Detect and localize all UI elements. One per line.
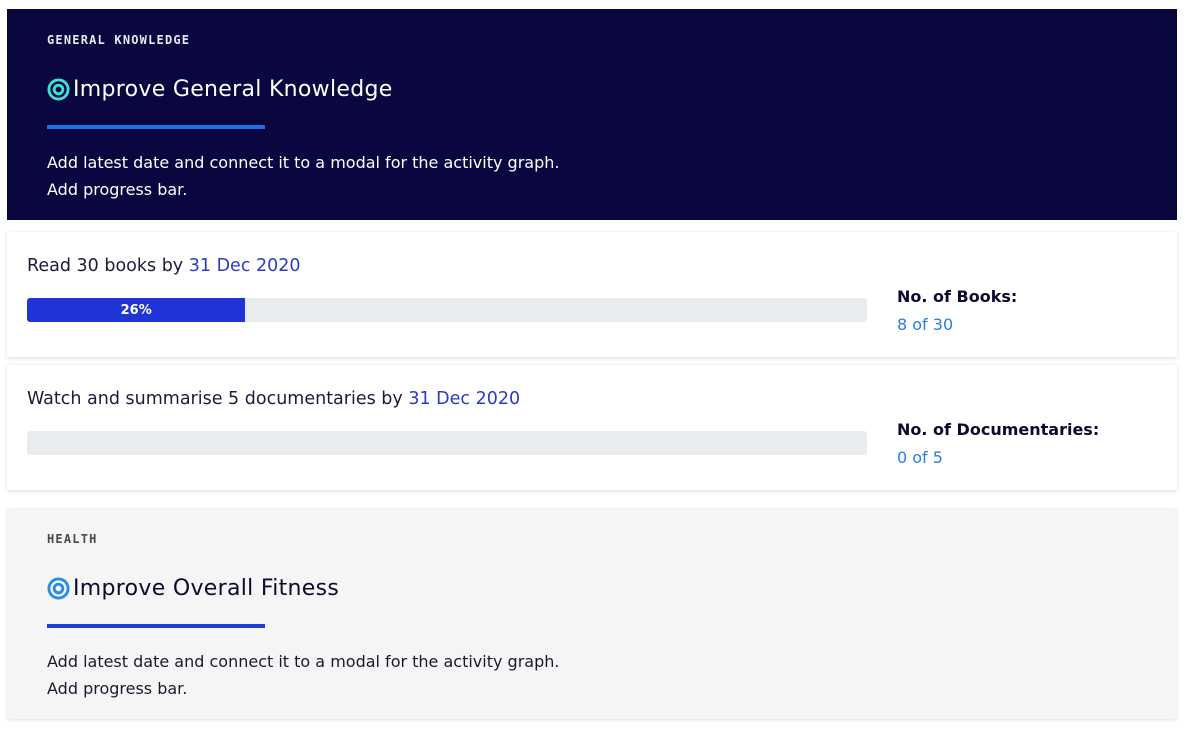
goal-card-health: HEALTH Improve Overall Fitness Add lates… — [7, 508, 1177, 719]
count-label: No. of Books: — [897, 287, 1018, 306]
goal-card-general-knowledge: GENERAL KNOWLEDGE Improve General Knowle… — [7, 9, 1177, 220]
count-value[interactable]: 0 of 5 — [897, 448, 943, 467]
count-label: No. of Documentaries: — [897, 420, 1100, 439]
task-text: Read 30 books by — [27, 256, 184, 276]
goal-description-line: Add progress bar. — [47, 180, 188, 199]
task-card-documentaries[interactable]: Watch and summarise 5 documentaries by 3… — [7, 365, 1177, 490]
task-card-books[interactable]: Read 30 books by 31 Dec 2020 26% No. of … — [7, 232, 1177, 357]
goal-description: Add latest date and connect it to a moda… — [47, 149, 559, 203]
count-value[interactable]: 8 of 30 — [897, 315, 953, 334]
goal-title[interactable]: Improve General Knowledge — [47, 77, 393, 102]
target-icon — [47, 78, 70, 101]
goal-description-line: Add latest date and connect it to a moda… — [47, 153, 560, 172]
goal-title[interactable]: Improve Overall Fitness — [47, 576, 339, 601]
task-text: Watch and summarise 5 documentaries by — [27, 389, 403, 409]
goal-category: GENERAL KNOWLEDGE — [47, 33, 191, 47]
task-description: Read 30 books by 31 Dec 2020 — [27, 256, 301, 276]
progress-bar — [27, 431, 867, 455]
goal-title-text: Improve Overall Fitness — [73, 576, 340, 601]
target-icon — [47, 577, 70, 600]
goal-description: Add latest date and connect it to a moda… — [47, 648, 559, 702]
progress-bar-fill: 26% — [27, 298, 246, 322]
progress-bar: 26% — [27, 298, 867, 322]
task-due-date[interactable]: 31 Dec 2020 — [408, 389, 520, 409]
goal-title-underline — [47, 624, 265, 628]
goal-title-text: Improve General Knowledge — [73, 77, 393, 102]
task-due-date[interactable]: 31 Dec 2020 — [189, 256, 301, 276]
goal-category: HEALTH — [47, 532, 98, 546]
goal-description-line: Add progress bar. — [47, 679, 188, 698]
goal-title-underline — [47, 125, 265, 129]
task-description: Watch and summarise 5 documentaries by 3… — [27, 389, 520, 409]
goal-description-line: Add latest date and connect it to a moda… — [47, 652, 560, 671]
